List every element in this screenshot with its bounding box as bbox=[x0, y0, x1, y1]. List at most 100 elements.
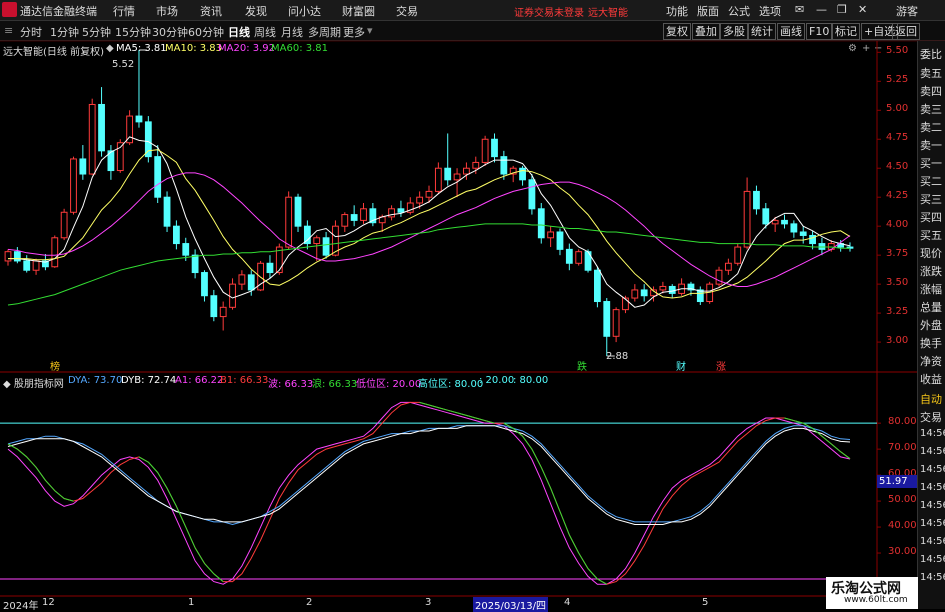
line-20-value: : 20.00 bbox=[479, 375, 515, 386]
candle-body bbox=[790, 223, 798, 233]
price-tick-label: 4.50 bbox=[886, 161, 909, 173]
candle-body bbox=[547, 231, 555, 239]
quote-label-buy4: 买四 bbox=[920, 211, 942, 224]
indicator-name[interactable]: ◆ 股朋指标网 bbox=[3, 375, 64, 390]
price-tick-label: 3.50 bbox=[886, 277, 909, 289]
price-tick-label: 3.00 bbox=[886, 335, 909, 347]
quote-label-weibi: 委比 bbox=[920, 48, 942, 61]
dya-value: DYA: 73.70 bbox=[68, 375, 123, 386]
line-b1-down-segment bbox=[428, 404, 439, 409]
candle-body bbox=[4, 251, 12, 262]
tick-time: 14:56 bbox=[920, 536, 945, 547]
line-b1-down-segment bbox=[466, 414, 476, 419]
line-b1-down-segment bbox=[35, 467, 46, 481]
candle-body bbox=[13, 251, 21, 262]
watermark-logo: 乐淘公式网 www.60lt.com bbox=[826, 577, 918, 609]
candle-body bbox=[219, 306, 227, 318]
candle-body bbox=[238, 274, 246, 285]
price-tick-label: 4.00 bbox=[886, 219, 909, 231]
line-b1-down-segment bbox=[456, 412, 467, 416]
candle-body bbox=[762, 208, 770, 225]
candle-body bbox=[463, 167, 470, 175]
candle-body bbox=[771, 219, 779, 225]
watermark-url: www.60lt.com bbox=[844, 595, 908, 605]
line-b1-down-segment bbox=[166, 487, 177, 507]
line-b1-down-segment bbox=[45, 479, 56, 492]
line-b1-down-segment bbox=[438, 407, 448, 411]
candle-body bbox=[229, 283, 236, 308]
candle-body bbox=[753, 190, 760, 210]
candle-body bbox=[528, 179, 536, 210]
event-tag-4[interactable]: 涨 bbox=[716, 358, 726, 373]
date-label-apr: 4 bbox=[564, 597, 571, 608]
candle-body bbox=[191, 254, 199, 274]
indicator-tick-label: 40.00 bbox=[888, 520, 917, 532]
line-b1-down-segment bbox=[175, 506, 187, 528]
quote-label-pct: 涨幅 bbox=[920, 283, 942, 296]
indicator-lines-group bbox=[0, 401, 877, 585]
low-price-label: 2.88 bbox=[606, 351, 629, 362]
candle-body bbox=[210, 295, 218, 318]
line-b1-down-segment bbox=[63, 498, 74, 502]
candle-body bbox=[154, 156, 162, 198]
line-b1 bbox=[7, 401, 851, 585]
line-b1-down-segment bbox=[194, 547, 205, 564]
line-ma10 bbox=[8, 149, 851, 299]
candle-body bbox=[603, 301, 611, 337]
tick-time: 14:56 bbox=[920, 446, 945, 457]
tick-time: 14:56 bbox=[920, 500, 945, 511]
line-b1-down-segment bbox=[213, 573, 224, 582]
quote-label-sell5: 卖五 bbox=[920, 67, 942, 80]
date-label-feb: 2 bbox=[306, 597, 313, 608]
tab-auto[interactable]: 自动 bbox=[920, 391, 942, 407]
candle-body bbox=[434, 167, 442, 192]
kline-chart[interactable] bbox=[0, 0, 945, 609]
candle-body bbox=[51, 237, 59, 268]
line-b1-down-segment bbox=[475, 417, 486, 422]
candle-body bbox=[425, 190, 433, 198]
tick-time: 14:56 bbox=[920, 464, 945, 475]
event-tag-1[interactable]: 榜 bbox=[50, 358, 60, 373]
candles-group bbox=[4, 49, 854, 357]
candle-body bbox=[98, 103, 105, 152]
candle-body bbox=[659, 285, 667, 291]
quote-label-volume: 总量 bbox=[920, 301, 942, 314]
candle-body bbox=[294, 196, 302, 227]
line-80-value: : 80.00 bbox=[513, 375, 549, 386]
indicator-tick-label: 50.00 bbox=[888, 494, 917, 506]
candle-body bbox=[32, 260, 40, 271]
candle-body bbox=[743, 190, 751, 248]
quote-label-sell1: 卖一 bbox=[920, 139, 942, 152]
b1-value: B1: 66.33 bbox=[220, 375, 269, 386]
tick-time: 14:56 bbox=[920, 572, 945, 583]
tick-time: 14:56 bbox=[920, 518, 945, 529]
candle-body bbox=[182, 243, 190, 256]
line-b1-down-segment bbox=[54, 490, 65, 499]
candle-body bbox=[135, 115, 143, 123]
date-label-jan: 1 bbox=[188, 597, 195, 608]
quote-label-netasset: 净资 bbox=[920, 355, 942, 368]
event-tag-2[interactable]: 跌 bbox=[577, 358, 587, 373]
candle-body bbox=[631, 289, 639, 299]
candle-body bbox=[388, 208, 395, 218]
candle-body bbox=[472, 161, 480, 169]
price-tick-label: 3.25 bbox=[886, 306, 909, 318]
candle-body bbox=[163, 196, 171, 227]
quote-label-price: 现价 bbox=[920, 247, 942, 260]
quote-label-sell4: 卖四 bbox=[920, 85, 942, 98]
candle-body bbox=[350, 214, 358, 221]
event-tag-3[interactable]: 财 bbox=[676, 358, 686, 373]
line-b1-down-segment bbox=[185, 526, 196, 549]
candle-body bbox=[565, 248, 573, 264]
tab-trade[interactable]: 交易 bbox=[920, 409, 942, 425]
candle-body bbox=[453, 173, 461, 181]
candle-body bbox=[360, 208, 367, 221]
dyb-value: DYB: 72.74 bbox=[121, 375, 177, 386]
line-b1-down-segment bbox=[447, 409, 458, 414]
candle-body bbox=[481, 138, 489, 163]
candle-body bbox=[397, 208, 405, 213]
indicator-tick-label: 70.00 bbox=[888, 442, 917, 454]
line-dya bbox=[7, 425, 851, 526]
candle-body bbox=[500, 156, 508, 175]
candle-body bbox=[556, 231, 564, 250]
